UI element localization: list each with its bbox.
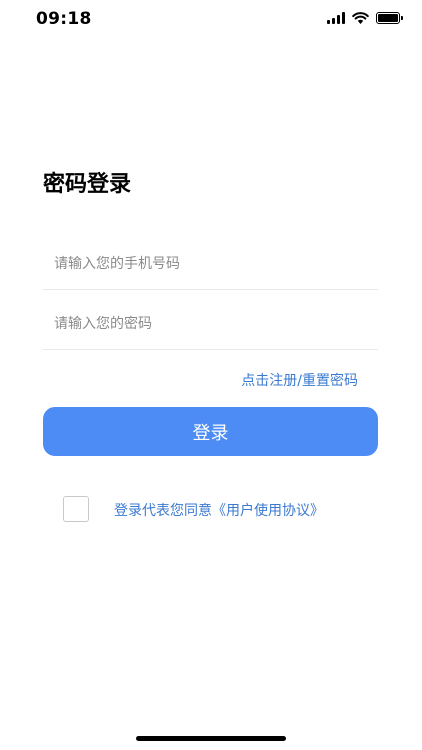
login-screen: 09:18 密码登录 点击注册/重置密码 登录 登录代表您同意《用户使用协议》 xyxy=(0,0,422,750)
status-time: 09:18 xyxy=(36,9,92,29)
login-button[interactable]: 登录 xyxy=(43,407,378,456)
agreement-checkbox[interactable] xyxy=(63,496,89,522)
phone-field xyxy=(43,240,378,290)
battery-icon xyxy=(376,12,403,24)
status-bar: 09:18 xyxy=(0,0,422,40)
register-reset-link[interactable]: 点击注册/重置密码 xyxy=(241,370,358,390)
home-indicator xyxy=(136,736,286,741)
agreement-link[interactable]: 登录代表您同意《用户使用协议》 xyxy=(114,500,324,520)
wifi-icon xyxy=(352,12,369,24)
signal-icon xyxy=(327,12,345,24)
password-input[interactable] xyxy=(54,300,364,348)
password-field xyxy=(43,300,378,350)
phone-input[interactable] xyxy=(54,240,364,288)
status-icons xyxy=(327,12,403,24)
page-title: 密码登录 xyxy=(43,172,132,197)
